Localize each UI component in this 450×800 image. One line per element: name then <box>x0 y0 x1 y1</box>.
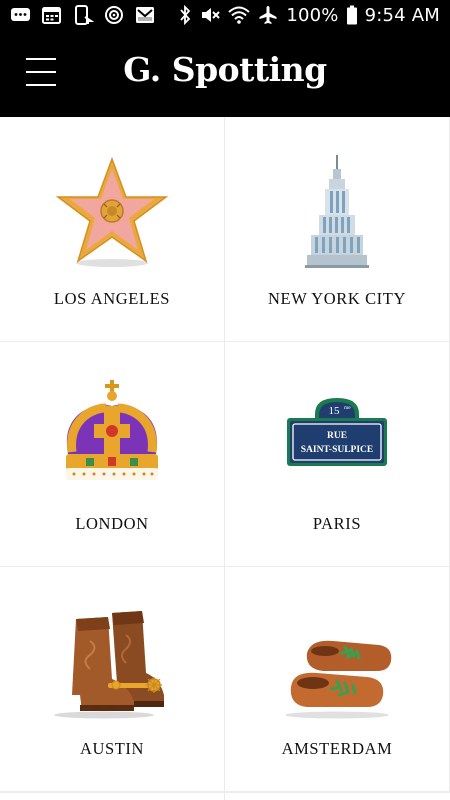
city-tile-new-york-city[interactable]: NEW YORK CITY <box>225 117 450 342</box>
sign-line2: SAINT-SULPICE <box>301 445 374 455</box>
battery-percent: 100% <box>286 4 339 26</box>
grid-bottom-edge <box>0 792 450 800</box>
chat-icon <box>10 5 32 25</box>
battery-icon <box>346 5 358 25</box>
app-title: G. Spotting <box>123 50 327 89</box>
city-tile-los-angeles[interactable]: LOS ANGELES <box>0 117 225 342</box>
grid-divider <box>224 792 225 800</box>
cowboy-boots-icon <box>42 605 182 720</box>
status-bar: 100% 9:54 AM <box>0 0 450 30</box>
status-time: 9:54 AM <box>364 4 440 26</box>
city-label: LONDON <box>75 514 149 533</box>
calendar-icon <box>41 5 63 25</box>
crown-icon <box>42 380 182 495</box>
hollywood-star-icon <box>42 155 182 270</box>
airplane-icon <box>257 5 279 25</box>
sign-line1: RUE <box>327 431 347 441</box>
app-header: G. Spotting <box>0 30 450 117</box>
phone-sync-icon <box>72 5 94 25</box>
mute-icon <box>199 5 221 25</box>
city-label: AMSTERDAM <box>281 739 393 758</box>
mail-icon <box>134 5 156 25</box>
empire-state-building-icon <box>267 155 407 270</box>
wooden-clogs-icon <box>267 605 407 720</box>
target-icon <box>103 5 125 25</box>
city-label: LOS ANGELES <box>53 289 171 308</box>
wifi-icon <box>228 5 251 25</box>
sign-suffix: me <box>344 405 351 411</box>
city-tile-austin[interactable]: AUSTIN <box>0 567 225 792</box>
city-tile-paris[interactable]: 15 me RUE SAINT-SULPICE PARIS <box>225 342 450 567</box>
status-left-icons <box>10 5 156 25</box>
status-right-icons: 100% 9:54 AM <box>178 5 440 26</box>
street-sign-icon: 15 me RUE SAINT-SULPICE <box>267 380 407 495</box>
city-label: AUSTIN <box>79 739 145 758</box>
city-tile-london[interactable]: LONDON <box>0 342 225 567</box>
city-grid: LOS ANGELES NEW YORK CITY LONDON 15 me R… <box>0 117 450 800</box>
sign-number: 15 <box>329 405 341 417</box>
city-label: PARIS <box>312 514 362 533</box>
city-label: NEW YORK CITY <box>268 289 406 308</box>
city-tile-amsterdam[interactable]: AMSTERDAM <box>225 567 450 792</box>
bluetooth-icon <box>178 5 192 25</box>
